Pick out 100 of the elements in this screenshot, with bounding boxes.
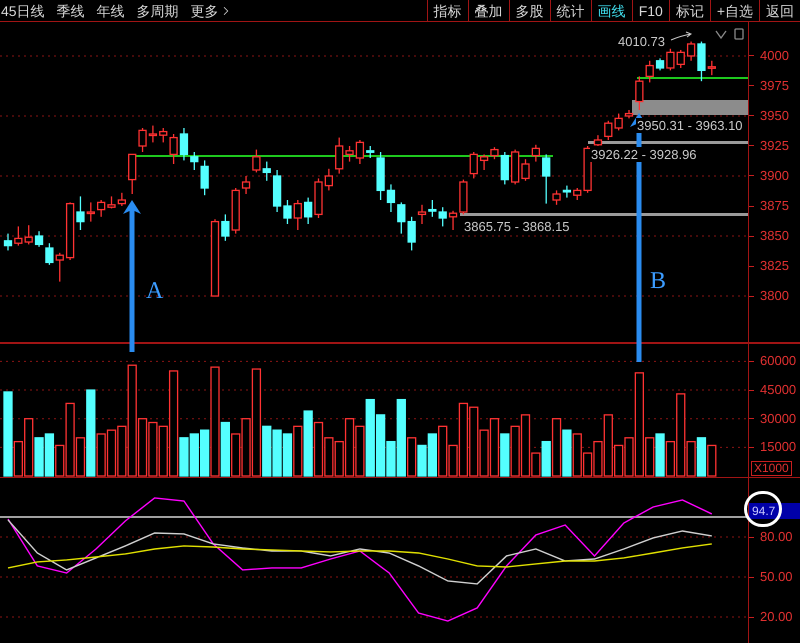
candlestick bbox=[76, 196, 85, 230]
volume-axis-label: 30000 bbox=[760, 410, 796, 427]
up-arrow-icon bbox=[123, 200, 141, 352]
candlestick bbox=[470, 152, 478, 178]
indicator-axis-label: 50.00 bbox=[760, 569, 793, 585]
candlestick bbox=[314, 178, 323, 218]
pointer-arrow-icon bbox=[670, 30, 694, 42]
candlestick bbox=[118, 192, 126, 206]
candlestick bbox=[562, 186, 572, 198]
toolbar-button[interactable]: 标记 bbox=[668, 0, 710, 21]
candlestick bbox=[242, 176, 250, 194]
candlestick bbox=[500, 152, 509, 184]
price-axis-label: 3825 bbox=[760, 258, 789, 274]
candlestick bbox=[107, 196, 116, 208]
volume-axis-label: 15000 bbox=[760, 439, 796, 456]
candlestick bbox=[294, 200, 302, 230]
candlestick bbox=[521, 159, 530, 181]
candlestick bbox=[594, 135, 602, 146]
current-value-tag: 94.7 bbox=[749, 503, 800, 520]
candlestick bbox=[376, 152, 385, 200]
toolbar-button[interactable]: 统计 bbox=[550, 0, 591, 21]
candlestick bbox=[697, 42, 706, 82]
period-tab[interactable]: 季线 bbox=[56, 0, 85, 20]
toolbar-button[interactable]: 返回 bbox=[759, 0, 800, 21]
candlestick bbox=[335, 138, 344, 174]
candlestick bbox=[24, 225, 33, 244]
candlestick bbox=[635, 76, 644, 110]
price-axis-label: 4000 bbox=[760, 48, 789, 64]
candlestick bbox=[686, 42, 696, 61]
candlestick bbox=[4, 234, 12, 250]
candlestick bbox=[45, 243, 54, 265]
volume-axis-label: 45000 bbox=[760, 382, 796, 398]
volume-unit-label: X1000 bbox=[751, 461, 792, 476]
toolbar-button[interactable]: F10 bbox=[632, 0, 669, 21]
price-axis-label: 3900 bbox=[760, 168, 789, 184]
candlestick bbox=[408, 216, 416, 250]
candlestick bbox=[262, 162, 271, 181]
candlestick bbox=[128, 154, 136, 194]
candlestick bbox=[356, 140, 364, 164]
candlestick bbox=[345, 146, 354, 162]
high-price-label: 4010.73 bbox=[618, 34, 665, 49]
toolbar-button[interactable]: 叠加 bbox=[468, 0, 509, 21]
period-tab[interactable]: 年线 bbox=[96, 0, 125, 20]
candlestick bbox=[624, 110, 634, 118]
price-range-label: 3926.22 - 3928.96 bbox=[590, 147, 698, 162]
candlestick bbox=[283, 200, 292, 224]
candlestick bbox=[386, 184, 396, 212]
candlestick bbox=[324, 168, 333, 190]
period-tab[interactable]: 45日线 bbox=[1, 0, 45, 20]
candlestick bbox=[14, 226, 22, 246]
indicator-axis-label: 80.00 bbox=[760, 529, 793, 545]
candlestick bbox=[666, 48, 675, 70]
candlestick bbox=[86, 202, 95, 222]
candlestick bbox=[66, 202, 74, 260]
candlestick bbox=[656, 58, 664, 70]
candlestick bbox=[180, 128, 188, 160]
candlestick bbox=[221, 214, 230, 241]
square-icon bbox=[734, 28, 744, 40]
price-axis-label: 3975 bbox=[760, 78, 789, 94]
price-axis-label: 3800 bbox=[760, 288, 789, 304]
price-axis-label: 3875 bbox=[760, 198, 789, 214]
candlestick bbox=[573, 188, 582, 200]
more-menu-button[interactable]: 更多 bbox=[190, 0, 233, 20]
candlestick bbox=[366, 146, 374, 158]
candlestick bbox=[97, 200, 106, 217]
price-range-label: 3865.75 - 3868.15 bbox=[463, 219, 571, 234]
candlestick bbox=[148, 126, 158, 142]
candlestick bbox=[159, 128, 168, 142]
price-axis-label: 3950 bbox=[760, 108, 789, 124]
candlestick bbox=[459, 180, 468, 214]
candlestick bbox=[272, 170, 282, 212]
candlestick bbox=[34, 231, 44, 247]
candlestick bbox=[552, 190, 561, 205]
price-axis-label: 3850 bbox=[760, 228, 789, 244]
candlestick bbox=[604, 120, 612, 140]
toolbar-button[interactable]: 画线 bbox=[590, 0, 632, 21]
indicator-axis-label: 20.00 bbox=[760, 609, 793, 625]
candlestick bbox=[252, 150, 261, 172]
candlestick bbox=[542, 154, 550, 204]
candlestick bbox=[438, 207, 447, 226]
volume-axis-label: 60000 bbox=[760, 353, 796, 370]
candlestick bbox=[614, 114, 623, 130]
period-tab[interactable]: 多周期 bbox=[136, 0, 179, 20]
candlestick bbox=[480, 154, 488, 170]
candlestick bbox=[200, 160, 209, 196]
candlestick bbox=[646, 60, 654, 82]
candlestick bbox=[583, 146, 592, 193]
marker-label: A bbox=[146, 278, 164, 304]
candlestick bbox=[448, 210, 458, 230]
candlestick bbox=[418, 204, 426, 224]
toolbar-button[interactable]: 指标 bbox=[426, 0, 468, 21]
candlestick bbox=[511, 150, 520, 184]
candlestick bbox=[708, 60, 716, 76]
toolbar-button[interactable]: +自选 bbox=[710, 0, 759, 21]
candlestick bbox=[56, 252, 64, 282]
marker-label: B bbox=[650, 268, 666, 294]
candlestick bbox=[232, 188, 240, 234]
candlestick bbox=[138, 128, 147, 152]
price-axis-label: 3925 bbox=[760, 138, 789, 154]
toolbar-button[interactable]: 多股 bbox=[508, 0, 550, 21]
